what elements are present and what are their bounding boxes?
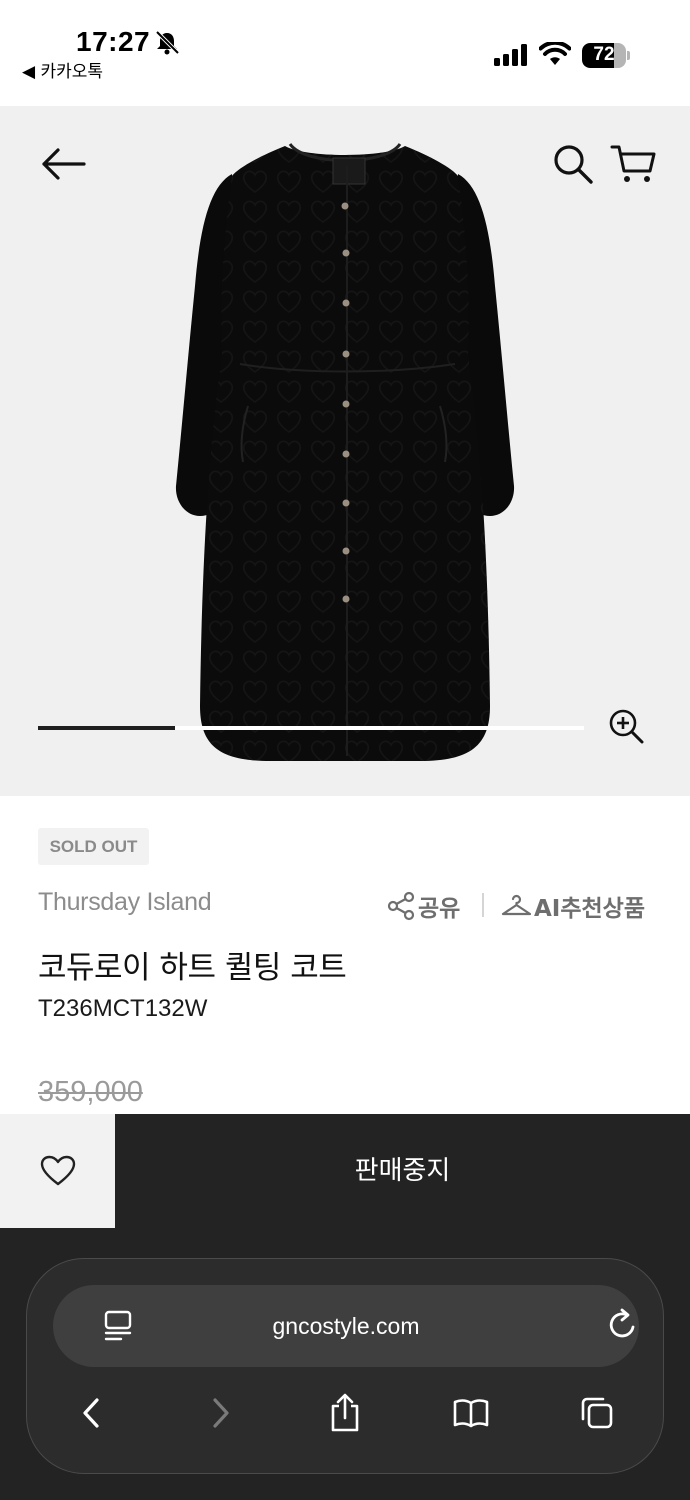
brand-link[interactable]: Thursday Island <box>38 888 212 917</box>
zoom-button[interactable] <box>606 706 650 750</box>
share-button[interactable]: 공유 <box>386 890 460 922</box>
share-label: 공유 <box>418 896 461 922</box>
cellular-signal-icon <box>494 44 527 66</box>
wifi-icon <box>539 42 571 65</box>
sold-out-action-button[interactable]: 판매중지 <box>115 1114 690 1228</box>
status-bar: 17:27 ◀ 카카오톡 72 <box>0 0 690 106</box>
battery-nub <box>627 51 630 60</box>
arrow-left-icon <box>42 148 86 180</box>
ai-recommend-label: AI추천상품 <box>534 896 645 922</box>
wishlist-button[interactable] <box>0 1114 115 1228</box>
search-button[interactable] <box>548 139 598 189</box>
hanger-icon <box>501 894 532 916</box>
url-text: gncostyle.com <box>272 1313 420 1339</box>
clock: 17:27 <box>76 26 151 57</box>
sold-out-badge: SOLD OUT <box>38 828 149 865</box>
bookmarks-icon <box>453 1399 489 1428</box>
back-to-app-link[interactable]: ◀ 카카오톡 <box>22 57 103 82</box>
back-button[interactable] <box>39 139 89 189</box>
product-image-gallery[interactable] <box>0 106 690 796</box>
forward-icon <box>213 1398 229 1428</box>
product-title: 코듀로이 하트 퀼팅 코트 <box>38 950 347 986</box>
browser-toolbar: gncostyle.com <box>26 1258 664 1474</box>
reload-icon[interactable] <box>606 1307 640 1343</box>
bell-slash-icon <box>155 30 180 55</box>
battery-percent: 72 <box>593 44 615 65</box>
gallery-progress-track <box>38 726 584 730</box>
browser-share-button[interactable] <box>325 1393 365 1433</box>
divider <box>482 893 484 917</box>
heart-icon <box>40 1155 75 1186</box>
ai-recommend-button[interactable]: AI추천상품 <box>500 890 645 922</box>
share-icon <box>331 1393 359 1432</box>
browser-tabs-button[interactable] <box>577 1393 617 1433</box>
cart-icon <box>610 145 656 182</box>
browser-forward-button[interactable] <box>201 1393 241 1433</box>
address-bar[interactable]: gncostyle.com <box>53 1285 639 1367</box>
original-price: 359,000 <box>38 1076 143 1108</box>
cart-button[interactable] <box>608 139 658 189</box>
battery-indicator: 72 <box>582 43 630 68</box>
tabs-icon <box>581 1397 613 1429</box>
browser-bookmarks-button[interactable] <box>451 1393 491 1433</box>
gallery-progress-fill <box>38 726 175 730</box>
product-sku: T236MCT132W <box>38 995 208 1022</box>
share-nodes-icon <box>387 891 415 921</box>
back-icon <box>83 1398 99 1428</box>
battery-body: 72 <box>582 43 626 68</box>
browser-back-button[interactable] <box>71 1393 111 1433</box>
zoom-in-icon <box>609 709 644 744</box>
product-photo <box>175 143 515 761</box>
search-icon <box>554 145 593 184</box>
